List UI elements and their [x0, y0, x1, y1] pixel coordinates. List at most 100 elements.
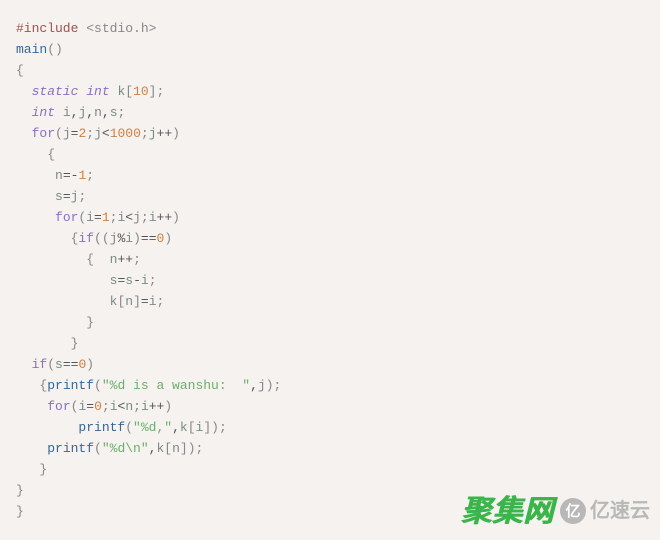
code-token: n [172, 441, 180, 456]
code-token: k [180, 420, 188, 435]
code-token [16, 399, 47, 414]
code-token: int [32, 105, 55, 120]
code-line: { n++; [16, 249, 644, 270]
code-line: n=-1; [16, 165, 644, 186]
code-token: i [149, 210, 157, 225]
code-token: s [125, 273, 133, 288]
code-token: ) [172, 126, 180, 141]
code-token [16, 315, 86, 330]
code-token: < [102, 126, 110, 141]
code-token [16, 441, 47, 456]
code-token: ++ [117, 252, 133, 267]
code-line: } [16, 312, 644, 333]
code-token: } [16, 483, 24, 498]
code-token: ++ [157, 210, 173, 225]
code-token: i [141, 399, 149, 414]
code-token: ; [118, 105, 126, 120]
code-token: < [125, 210, 133, 225]
code-token: . [133, 21, 141, 36]
code-token: , [250, 378, 258, 393]
code-token: ; [86, 126, 94, 141]
code-token: ; [219, 420, 227, 435]
code-token: { [16, 63, 24, 78]
code-token: "%d is a wanshu: " [102, 378, 250, 393]
code-token: , [86, 105, 94, 120]
code-line: } [16, 501, 644, 522]
code-token: i [125, 231, 133, 246]
code-token: ] [203, 420, 211, 435]
code-block: #include <stdio.h>main(){ static int k[1… [0, 0, 660, 540]
code-token: { [86, 252, 94, 267]
code-token: ; [149, 273, 157, 288]
code-token: h [141, 21, 149, 36]
code-token: < [86, 21, 94, 36]
code-token: if [78, 231, 94, 246]
code-token: ; [133, 399, 141, 414]
code-token: ( [55, 126, 63, 141]
code-token: = [86, 399, 94, 414]
code-token: - [133, 273, 141, 288]
code-token: } [16, 504, 24, 519]
code-token: for [55, 210, 78, 225]
code-token: , [102, 105, 110, 120]
code-token: ( [94, 231, 102, 246]
code-token [16, 189, 55, 204]
code-token: ) [164, 399, 172, 414]
code-token [16, 252, 86, 267]
code-token: for [32, 126, 55, 141]
code-token: ; [157, 294, 165, 309]
code-token [16, 273, 110, 288]
code-token: [ [164, 441, 172, 456]
code-line: printf("%d,",k[i]); [16, 417, 644, 438]
code-token: ; [102, 399, 110, 414]
code-line: {printf("%d is a wanshu: ",j); [16, 375, 644, 396]
code-token: printf [47, 441, 94, 456]
code-token: ; [141, 126, 149, 141]
code-line: { [16, 144, 644, 165]
code-token: , [172, 420, 180, 435]
code-token: ( [94, 378, 102, 393]
code-token: ) [86, 357, 94, 372]
code-token: ; [156, 84, 164, 99]
code-token: 0 [94, 399, 102, 414]
code-token: = [63, 189, 71, 204]
code-token: } [71, 336, 79, 351]
code-token: ; [141, 210, 149, 225]
code-token: 10 [133, 84, 149, 99]
code-token: 1 [102, 210, 110, 225]
code-line: main() [16, 39, 644, 60]
code-token: { [47, 147, 55, 162]
code-token: ( [102, 231, 110, 246]
code-token: ) [211, 420, 219, 435]
code-token: i [86, 210, 94, 225]
code-line: { [16, 60, 644, 81]
code-token: j [258, 378, 266, 393]
code-token: ; [274, 378, 282, 393]
code-token: ( [47, 357, 55, 372]
code-token: n [125, 399, 133, 414]
code-token: [ [188, 420, 196, 435]
code-token: ) [188, 441, 196, 456]
code-token: ) [266, 378, 274, 393]
code-token: ) [55, 42, 63, 57]
code-token: i [63, 105, 71, 120]
code-token [16, 462, 39, 477]
code-token: j [63, 126, 71, 141]
code-token [16, 336, 71, 351]
code-token: [ [125, 84, 133, 99]
code-token: j [133, 210, 141, 225]
code-token [16, 126, 32, 141]
code-token: #include [16, 21, 86, 36]
code-token: i [149, 294, 157, 309]
code-token: printf [47, 378, 94, 393]
code-line: s=j; [16, 186, 644, 207]
code-token: = [63, 168, 71, 183]
code-token: i [110, 399, 118, 414]
code-token: main [16, 42, 47, 57]
code-token: > [149, 21, 157, 36]
code-token [55, 105, 63, 120]
code-token: s [55, 357, 63, 372]
code-token: "%d\n" [102, 441, 149, 456]
code-token: = [141, 294, 149, 309]
code-token: ++ [149, 399, 165, 414]
